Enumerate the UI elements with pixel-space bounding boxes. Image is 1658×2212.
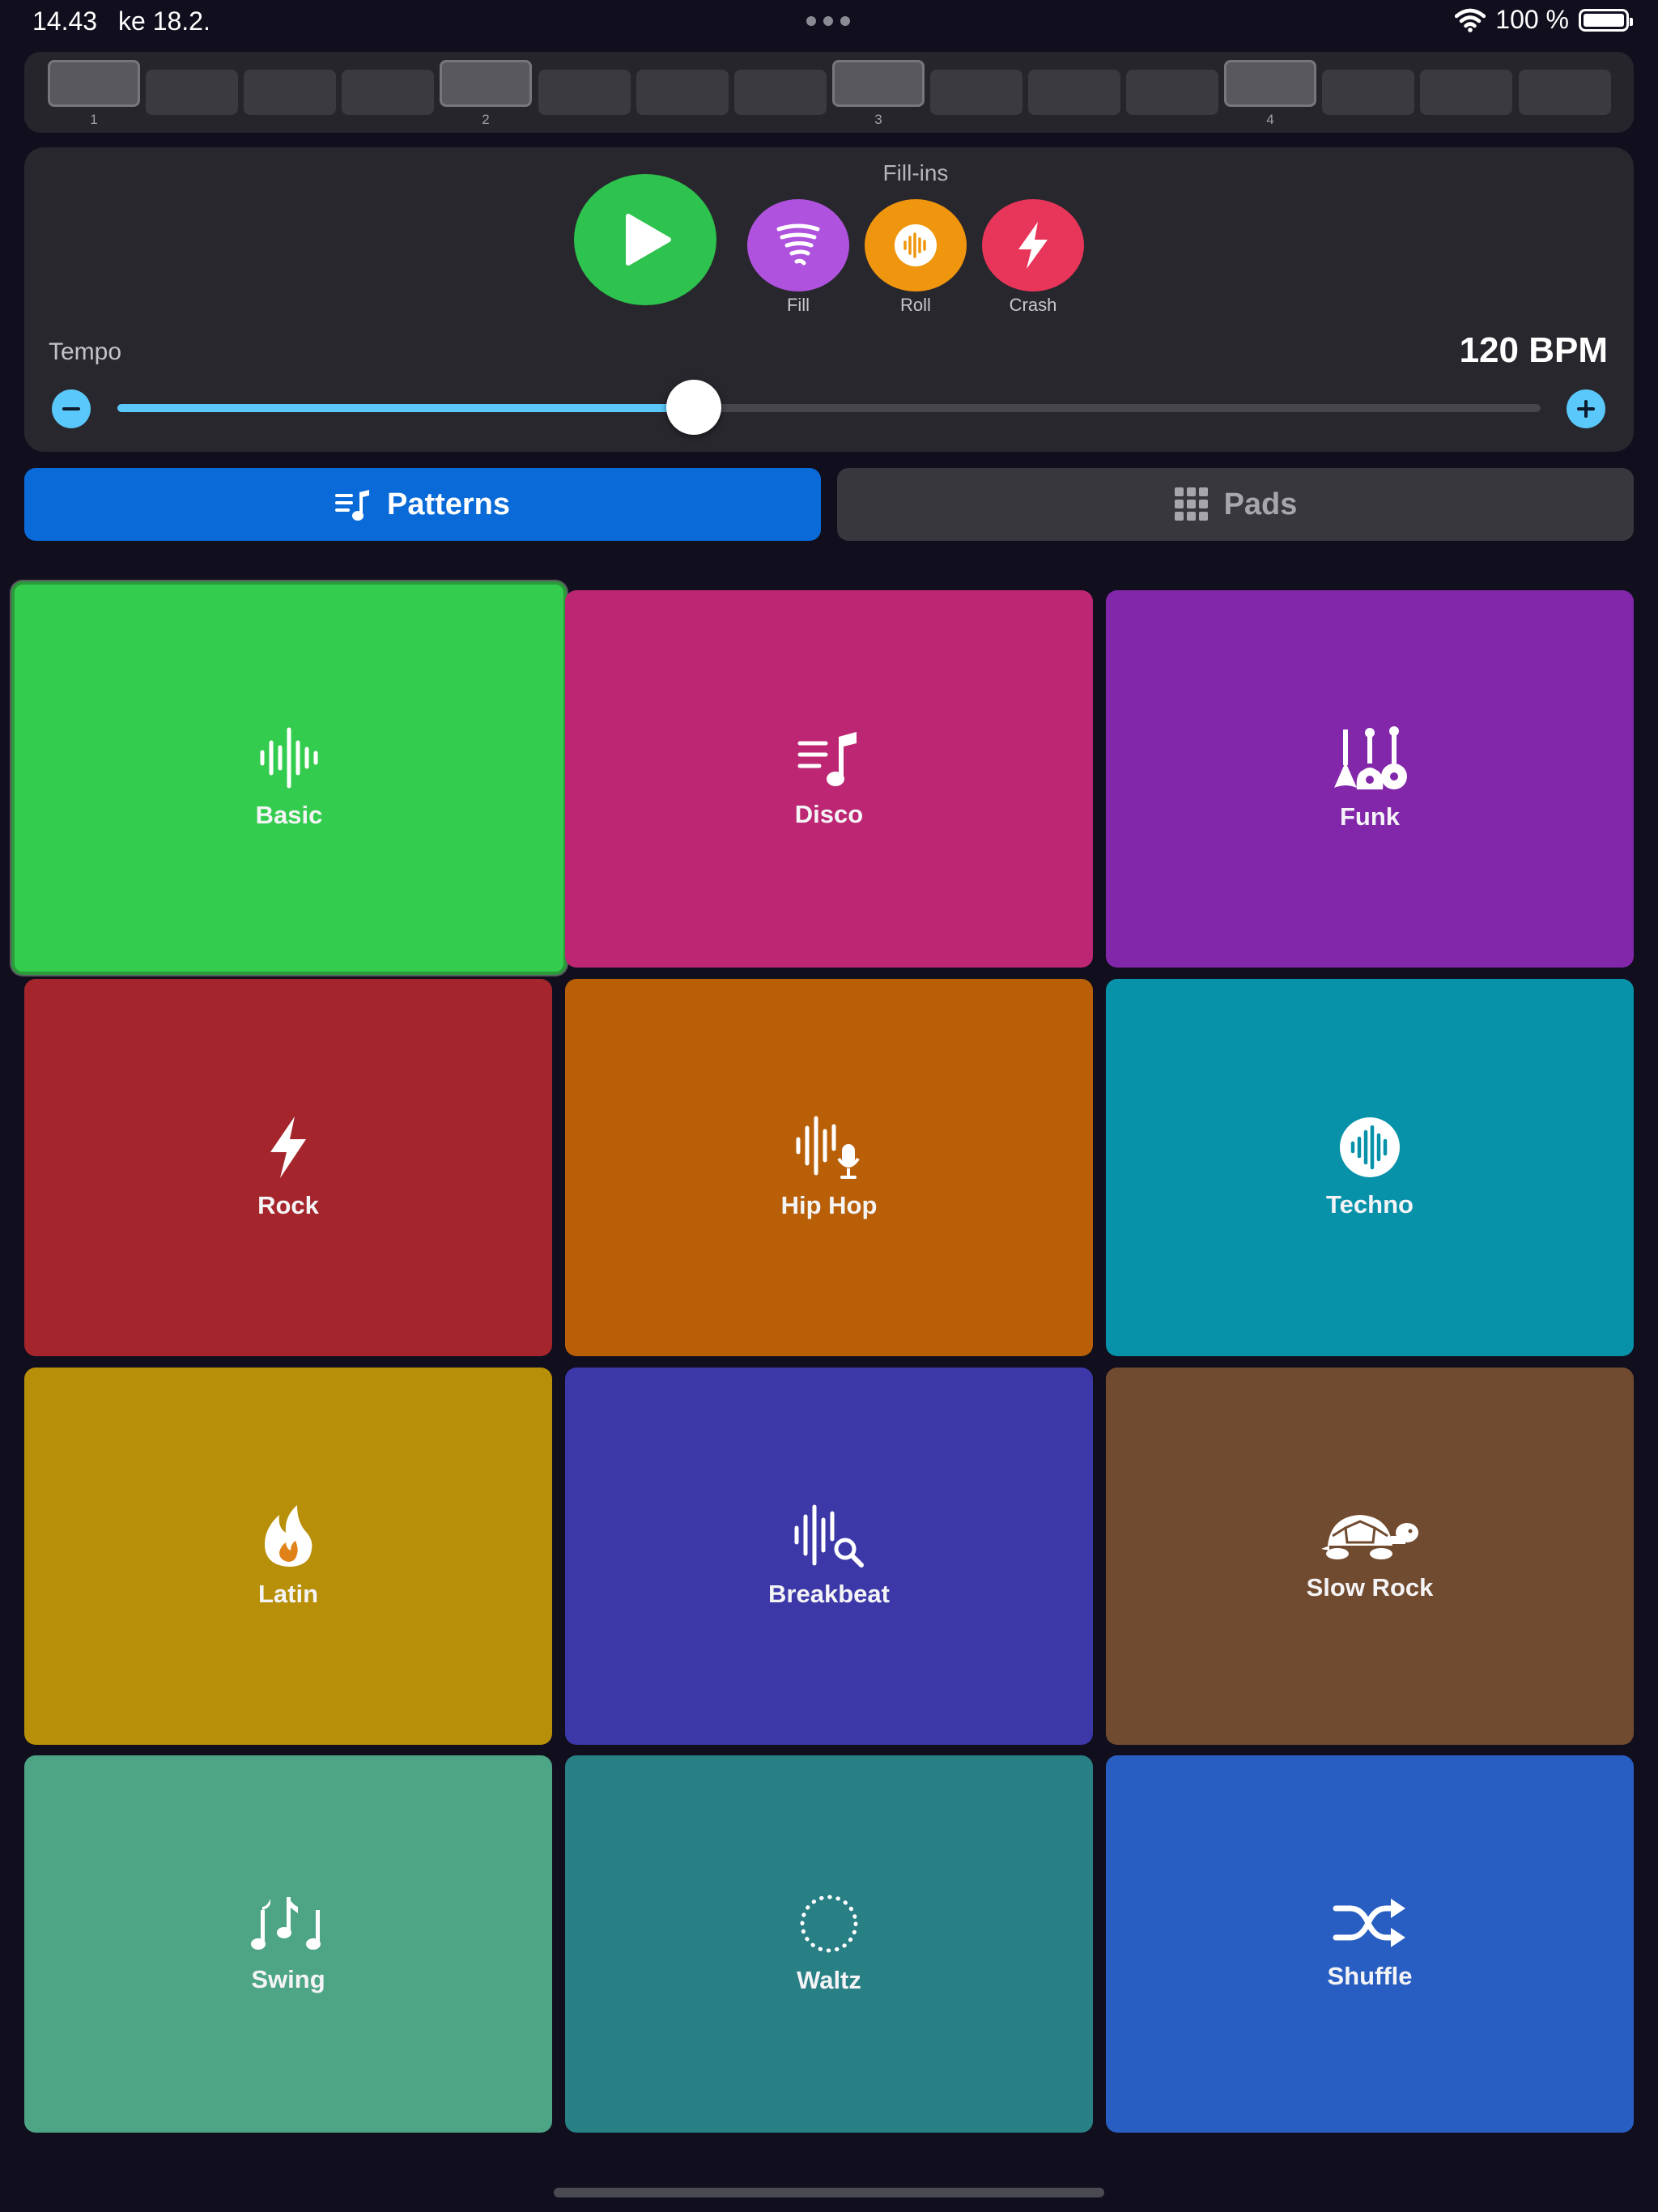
shuffle-icon — [1333, 1899, 1405, 1947]
beat-number: 2 — [482, 112, 490, 127]
bolt-icon — [1018, 222, 1048, 269]
step-cell — [1126, 70, 1218, 115]
fill-button-label: Fill — [786, 295, 810, 315]
tab-patterns-label: Patterns — [386, 487, 511, 521]
pattern-rock[interactable]: Rock — [24, 979, 552, 1356]
step-cell-beat — [440, 60, 532, 107]
guitars-icon — [1334, 726, 1407, 789]
minus-icon — [62, 407, 80, 410]
roll-button-label: Roll — [900, 295, 931, 315]
dotted-circle-icon — [800, 1895, 858, 1953]
crash-button[interactable] — [982, 199, 1084, 291]
pattern-label: Shuffle — [1327, 1962, 1413, 1990]
tab-patterns[interactable]: Patterns — [24, 468, 821, 541]
plus-icon — [1577, 400, 1595, 418]
music-notes-icon — [251, 1897, 321, 1950]
pattern-shuffle[interactable]: Shuffle — [1106, 1755, 1634, 2133]
roll-button[interactable] — [865, 199, 967, 291]
step-cell-beat — [1224, 60, 1316, 107]
waveform-search-icon — [794, 1504, 864, 1568]
tempo-slider-thumb[interactable] — [665, 380, 721, 435]
pattern-latin[interactable]: Latin — [24, 1368, 552, 1745]
step-cell — [1028, 70, 1120, 115]
wifi-icon — [1455, 8, 1486, 32]
pattern-label: Latin — [257, 1580, 319, 1608]
bpm-readout: 120 BPM — [1459, 330, 1608, 370]
status-indicators: 100 % — [1455, 5, 1633, 35]
status-time: 14.43 — [32, 6, 98, 36]
fill-ins-title: Fill-ins — [882, 160, 949, 185]
step-cell — [1519, 70, 1611, 115]
beat-number: 4 — [1266, 112, 1274, 127]
step-cell — [146, 70, 238, 115]
battery-percent: 100 % — [1495, 5, 1569, 34]
waveform-mic-icon — [796, 1116, 860, 1179]
step-cell — [1420, 70, 1512, 115]
pattern-disco[interactable]: Disco — [565, 590, 1093, 968]
waveform-icon — [260, 727, 318, 789]
tempo-increase-button[interactable] — [1567, 389, 1605, 428]
tab-pads[interactable]: Pads — [837, 468, 1634, 541]
pattern-funk[interactable]: Funk — [1106, 590, 1634, 968]
pattern-label: Breakbeat — [768, 1580, 890, 1608]
battery-icon — [1579, 8, 1633, 32]
multitasking-dots[interactable] — [806, 16, 850, 26]
pattern-label: Basic — [255, 801, 323, 829]
step-cell — [734, 70, 827, 115]
pattern-label: Slow Rock — [1306, 1573, 1434, 1602]
flame-icon — [265, 1505, 312, 1567]
step-cell — [342, 70, 434, 115]
step-cell — [1322, 70, 1414, 115]
pattern-techno[interactable]: Techno — [1106, 979, 1634, 1356]
pattern-swing[interactable]: Swing — [24, 1755, 552, 2133]
waveform-circle-icon — [1340, 1117, 1400, 1177]
pattern-label: Techno — [1326, 1190, 1414, 1219]
music-list-icon — [334, 490, 369, 521]
pattern-breakbeat[interactable]: Breakbeat — [565, 1368, 1093, 1745]
fill-button[interactable] — [747, 199, 849, 291]
pattern-slow-rock[interactable]: Slow Rock — [1106, 1368, 1634, 1745]
pattern-hip-hop[interactable]: Hip Hop — [565, 979, 1093, 1356]
pattern-label: Disco — [794, 800, 864, 828]
grid-icon — [1174, 487, 1208, 521]
play-icon — [626, 214, 671, 266]
waveform-circle-icon — [895, 224, 937, 266]
tempo-slider-fill — [117, 404, 694, 412]
step-cell — [538, 70, 631, 115]
crash-button-label: Crash — [1009, 295, 1057, 315]
beat-number: 1 — [90, 112, 98, 127]
tempo-decrease-button[interactable] — [52, 389, 91, 428]
play-button[interactable] — [574, 174, 716, 305]
tab-pads-label: Pads — [1223, 487, 1298, 521]
pattern-label: Waltz — [797, 1966, 861, 1994]
pattern-label: Rock — [257, 1191, 319, 1219]
beat-number: 3 — [874, 112, 882, 127]
pattern-waltz[interactable]: Waltz — [565, 1755, 1093, 2133]
status-date: ke 18.2. — [118, 6, 210, 36]
step-cell-beat — [832, 60, 925, 107]
step-cell — [244, 70, 336, 115]
tornado-icon — [776, 223, 820, 266]
step-cell — [636, 70, 729, 115]
tempo-label: Tempo — [49, 338, 122, 365]
step-sequencer-strip: 1 2 3 4 — [24, 52, 1634, 133]
bolt-icon — [270, 1117, 306, 1178]
pattern-label: Funk — [1339, 802, 1401, 831]
pattern-label: Swing — [251, 1965, 325, 1993]
pattern-label: Hip Hop — [780, 1191, 878, 1219]
music-list-icon — [797, 732, 857, 786]
tortoise-icon — [1321, 1515, 1418, 1559]
step-cell — [930, 70, 1022, 115]
home-indicator[interactable] — [554, 2188, 1104, 2197]
step-cell-beat — [48, 60, 140, 107]
pattern-basic[interactable]: Basic — [11, 581, 567, 975]
